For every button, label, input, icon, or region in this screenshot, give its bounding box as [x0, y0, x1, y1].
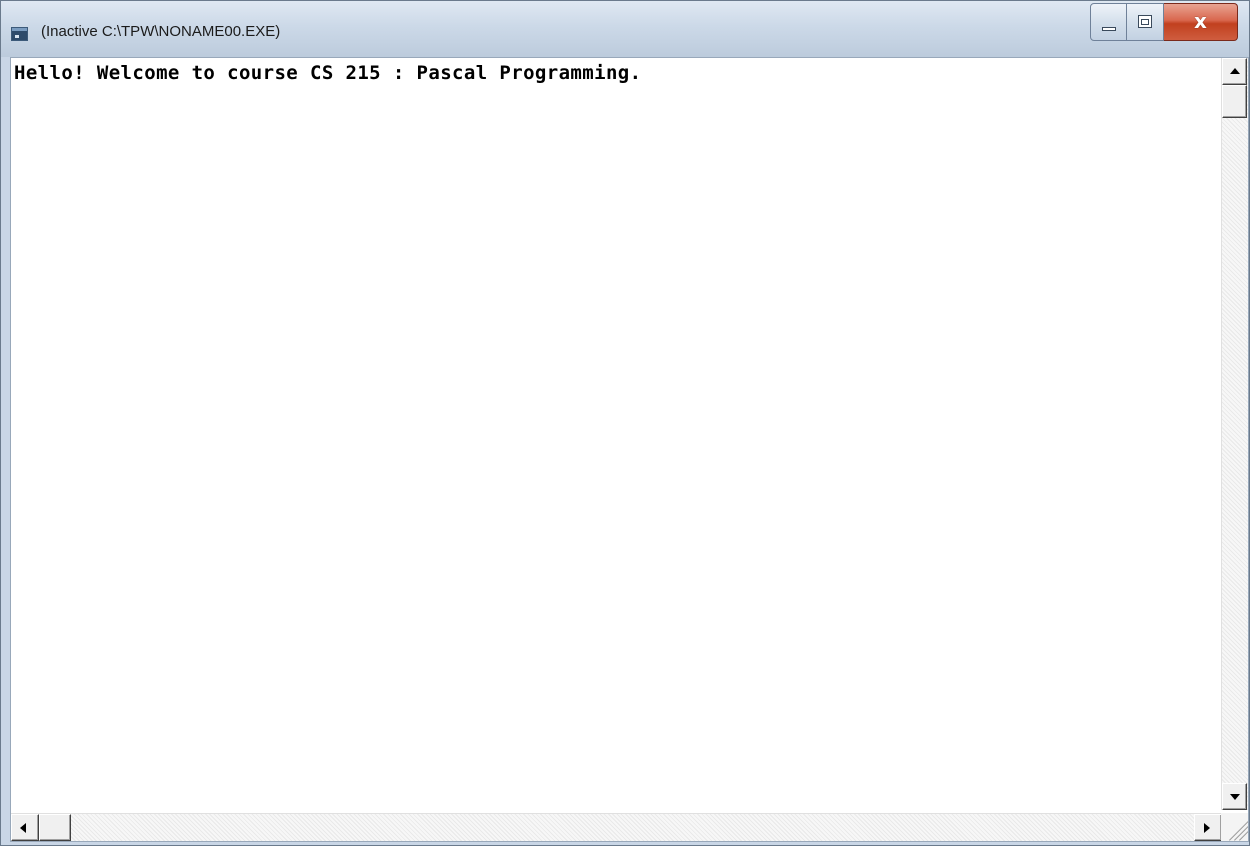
arrow-up-icon	[1230, 68, 1240, 74]
console-output-line: Hello! Welcome to course CS 215 : Pascal…	[14, 62, 642, 84]
window-title: (Inactive C:\TPW\NONAME00.EXE)	[41, 23, 281, 40]
close-button[interactable]: x	[1164, 3, 1238, 41]
scroll-right-button[interactable]	[1194, 814, 1222, 841]
console-app-icon[interactable]	[11, 27, 28, 41]
scroll-down-button[interactable]	[1222, 783, 1247, 810]
maximize-icon	[1138, 15, 1152, 28]
horizontal-scrollbar[interactable]	[11, 813, 1222, 841]
app-icon-cursor	[15, 35, 19, 38]
arrow-left-icon	[20, 823, 26, 833]
caption-buttons: x	[1090, 3, 1238, 41]
arrow-down-icon	[1230, 794, 1240, 800]
scroll-up-button[interactable]	[1222, 58, 1247, 85]
minimize-icon	[1102, 27, 1116, 31]
arrow-right-icon	[1204, 823, 1210, 833]
app-icon-bar	[12, 28, 27, 31]
scroll-left-button[interactable]	[11, 814, 39, 841]
console-output-area[interactable]: Hello! Welcome to course CS 215 : Pascal…	[10, 57, 1249, 842]
close-icon: x	[1194, 9, 1207, 33]
minimize-button[interactable]	[1090, 3, 1127, 41]
title-bar[interactable]: (Inactive C:\TPW\NONAME00.EXE) x	[1, 1, 1249, 57]
vertical-scroll-thumb[interactable]	[1222, 85, 1247, 118]
vertical-scrollbar[interactable]	[1221, 58, 1248, 810]
console-window: (Inactive C:\TPW\NONAME00.EXE) x Hello! …	[0, 0, 1250, 846]
horizontal-scroll-thumb[interactable]	[39, 814, 71, 841]
maximize-button[interactable]	[1127, 3, 1164, 41]
resize-grip-icon[interactable]	[1221, 813, 1248, 841]
